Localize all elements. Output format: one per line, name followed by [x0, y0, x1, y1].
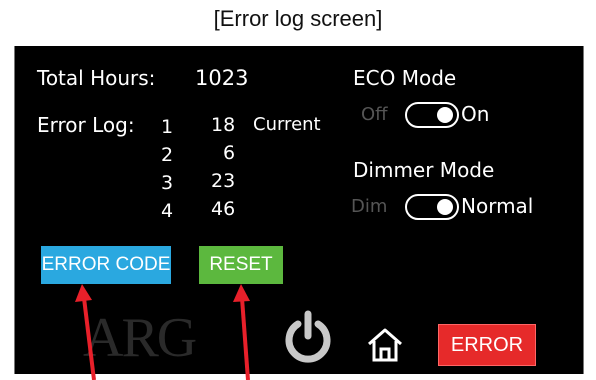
home-icon[interactable] [365, 326, 405, 364]
reset-button[interactable]: RESET [199, 246, 283, 284]
error-button[interactable]: ERROR [438, 324, 536, 366]
total-hours-label: Total Hours: [37, 66, 156, 90]
error-log-value: 18 [211, 114, 236, 136]
power-icon[interactable] [283, 310, 333, 364]
arrow-to-reset [233, 284, 250, 380]
error-log-label: Error Log: [37, 113, 135, 137]
eco-mode-off-label: Off [361, 104, 388, 125]
screen-caption: [Error log screen] [213, 6, 383, 31]
eco-mode-on-label: On [461, 102, 490, 126]
dimmer-mode-off-label: Dim [351, 196, 388, 217]
eco-mode-toggle[interactable] [405, 102, 459, 128]
error-log-index: 4 [161, 200, 174, 222]
error-log-index: 2 [161, 144, 174, 166]
dimmer-mode-on-label: Normal [461, 194, 534, 218]
error-log-value: 6 [223, 142, 236, 164]
error-log-value: 23 [211, 170, 236, 192]
error-log-index: 1 [161, 116, 174, 138]
toggle-knob [437, 107, 453, 123]
toggle-knob [437, 199, 453, 215]
error-code-button[interactable]: ERROR CODE [41, 246, 171, 284]
arrow-to-error-code [75, 284, 96, 380]
dimmer-mode-title: Dimmer Mode [353, 158, 495, 182]
total-hours-value: 1023 [195, 66, 249, 90]
error-log-value: 46 [211, 198, 236, 220]
dimmer-mode-toggle[interactable] [405, 194, 459, 220]
error-log-index: 3 [161, 172, 174, 194]
error-log-note: Current [253, 114, 321, 135]
eco-mode-title: ECO Mode [353, 66, 457, 90]
